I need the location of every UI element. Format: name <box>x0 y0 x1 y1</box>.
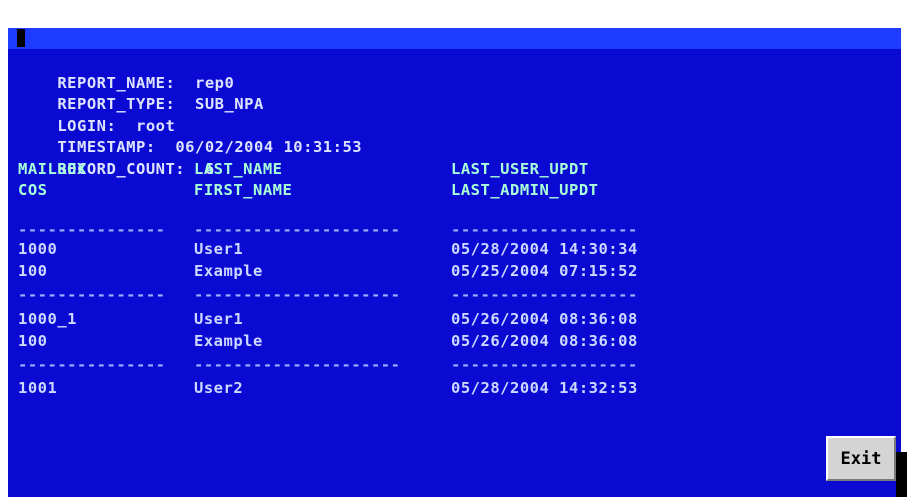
cos-cell: 100 <box>18 262 48 280</box>
terminal-screen: REPORT_NAME: rep0 REPORT_TYPE: SUB_NPA L… <box>8 28 901 497</box>
header-last-user-updt: LAST_USER_UPDT <box>451 160 589 178</box>
last-admin-updt-cell: 05/26/2004 08:36:08 <box>451 332 638 350</box>
separator-segment: ------------------- <box>451 286 638 304</box>
last-name-cell: User1 <box>194 240 244 258</box>
header-mailbox: MAILBOX <box>18 160 87 178</box>
last-name-cell: User2 <box>194 379 244 397</box>
window-shadow <box>896 452 907 497</box>
record-count-line: RECORD_COUNT: 6 <box>18 138 215 178</box>
mailbox-cell: 1000_1 <box>18 310 77 328</box>
text-cursor <box>17 29 25 47</box>
table-row: 1000_1 User1 05/26/2004 08:36:08 <box>18 309 637 330</box>
separator-segment: ------------------- <box>451 356 638 374</box>
report-type-line: REPORT_TYPE: SUB_NPA <box>18 73 264 113</box>
mailbox-cell: 1000 <box>18 240 58 258</box>
terminal-title-bar <box>8 28 901 49</box>
timestamp-line: TIMESTAMP: 06/02/2004 10:31:53 <box>18 116 362 156</box>
header-cos: COS <box>18 181 48 199</box>
separator-line: --------------- --------------------- --… <box>18 355 637 376</box>
last-admin-updt-cell: 05/25/2004 07:15:52 <box>451 262 638 280</box>
header-row-1: MAILBOX LAST_NAME LAST_USER_UPDT <box>18 159 588 180</box>
separator-segment: --------------- <box>18 286 166 304</box>
last-user-updt-cell: 05/28/2004 14:30:34 <box>451 240 638 258</box>
table-row: 100 Example 05/25/2004 07:15:52 <box>18 261 637 282</box>
table-row: 1000 User1 05/28/2004 14:30:34 <box>18 239 637 260</box>
header-last-name: LAST_NAME <box>194 160 283 178</box>
last-user-updt-cell: 05/26/2004 08:36:08 <box>451 310 638 328</box>
first-name-cell: Example <box>194 262 263 280</box>
report-type-value: SUB_NPA <box>194 95 264 113</box>
separator-line: --------------- --------------------- --… <box>18 285 637 306</box>
exit-button[interactable]: Exit <box>826 436 896 481</box>
table-row: 1001 User2 05/28/2004 14:32:53 <box>18 378 637 399</box>
separator-segment: --------------------- <box>194 286 401 304</box>
separator-segment: ------------------- <box>451 221 638 239</box>
mailbox-cell: 1001 <box>18 379 58 397</box>
separator-segment: --------------- <box>18 356 166 374</box>
header-row-2: COS FIRST_NAME LAST_ADMIN_UPDT <box>18 180 598 201</box>
header-first-name: FIRST_NAME <box>194 181 293 199</box>
separator-segment: --------------------- <box>194 356 401 374</box>
separator-line: --------------- --------------------- --… <box>18 220 637 241</box>
separator-segment: --------------- <box>18 221 166 239</box>
last-user-updt-cell: 05/28/2004 14:32:53 <box>451 379 638 397</box>
cos-cell: 100 <box>18 332 48 350</box>
first-name-cell: Example <box>194 332 263 350</box>
separator-segment: --------------------- <box>194 221 401 239</box>
header-last-admin-updt: LAST_ADMIN_UPDT <box>451 181 599 199</box>
last-name-cell: User1 <box>194 310 244 328</box>
login-line: LOGIN: root <box>18 95 175 135</box>
report-name-line: REPORT_NAME: rep0 <box>18 52 234 92</box>
table-row: 100 Example 05/26/2004 08:36:08 <box>18 331 637 352</box>
